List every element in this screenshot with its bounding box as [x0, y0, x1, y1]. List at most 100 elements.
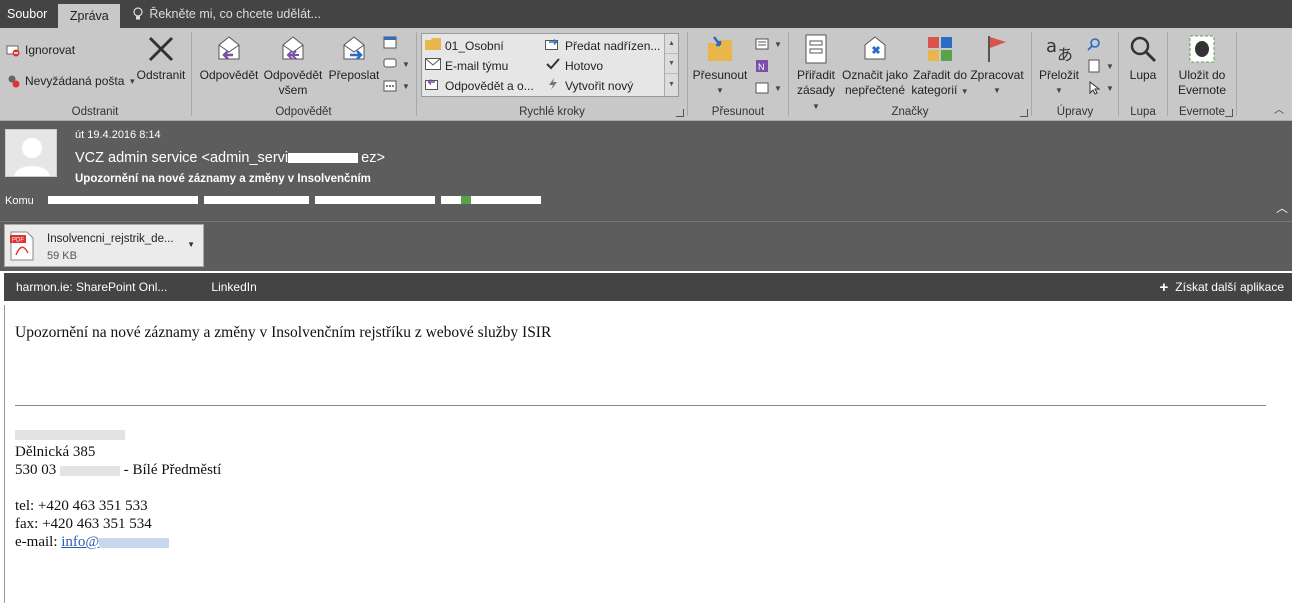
- signature-divider: [15, 405, 1266, 406]
- delete-button[interactable]: Odstranit: [134, 32, 188, 83]
- chevron-down-icon: ▼: [402, 59, 410, 69]
- group-move: Přesunout ▼ ▼ N ▼ Přesunout: [688, 28, 788, 121]
- sig-city-suffix: - Bílé Předměstí: [123, 462, 222, 478]
- group-tags: Přiřadit zásady ▼ Označit jako nepřečten…: [789, 28, 1031, 121]
- quick-steps-scrollbar[interactable]: ▲ ▼ ▼: [664, 34, 678, 96]
- ignore-label: Ignorovat: [25, 43, 76, 57]
- quick-step-label: Předat nadřízen...: [565, 38, 661, 53]
- attachment-item[interactable]: PDF Insolvencni_rejstrik_de... 59 KB ▼: [4, 224, 204, 267]
- rules-button[interactable]: ▼: [754, 36, 782, 52]
- ignore-button[interactable]: Ignorovat: [5, 42, 75, 58]
- chevron-down-icon: ▼: [1106, 61, 1114, 71]
- sig-email-label: e-mail:: [15, 534, 58, 550]
- sender-name: VCZ admin service <admin_servi: [75, 150, 289, 166]
- collapse-ribbon-icon[interactable]: ︿: [1274, 101, 1284, 116]
- im-button[interactable]: ▼: [382, 56, 410, 72]
- group-editing-label: Úpravy: [1056, 106, 1094, 118]
- zoom-button[interactable]: Lupa: [1121, 32, 1165, 83]
- mark-unread-label-2: nepřečtené: [844, 83, 906, 97]
- folder-icon: [425, 38, 441, 53]
- sig-fax: fax: +420 463 351 534: [15, 516, 152, 532]
- reply-all-button[interactable]: Odpovědět všem: [260, 32, 326, 98]
- group-editing: aあ Přeložit ▼ ▼ ▼ Úpravy: [1032, 28, 1118, 121]
- quick-step-to-manager[interactable]: Předat nadřízen...: [545, 38, 660, 53]
- addin-harmonie[interactable]: harmon.ie: SharePoint Onl...: [16, 280, 167, 294]
- save-to-evernote-label-1: Uložit do: [1178, 68, 1226, 82]
- scroll-up-icon[interactable]: ▲: [665, 34, 678, 54]
- search-icon: [1086, 36, 1102, 52]
- sig-city: 530 03 - Bílé Předměstí: [15, 461, 221, 479]
- redaction: [60, 465, 120, 476]
- redaction: [204, 196, 310, 205]
- save-to-evernote-button[interactable]: Uložit do Evernote: [1170, 32, 1234, 98]
- recipients-list[interactable]: [48, 194, 544, 206]
- chevron-down-icon: ▼: [960, 87, 969, 96]
- tell-me-box[interactable]: Řekněte mi, co chcete udělát...: [132, 0, 321, 28]
- scroll-down-icon[interactable]: ▼: [665, 54, 678, 74]
- message-sender[interactable]: VCZ admin service <admin_servi ez>: [75, 150, 385, 166]
- actions-button[interactable]: ▼: [754, 80, 782, 96]
- quick-step-done[interactable]: Hotovo: [545, 58, 603, 73]
- related-button[interactable]: ▼: [1086, 58, 1114, 74]
- forward-label: Přeposlat: [328, 68, 380, 82]
- group-tags-label: Značky: [891, 106, 929, 118]
- pdf-file-icon: PDF: [10, 231, 34, 261]
- categorize-button[interactable]: Zařadit do kategorií ▼: [911, 32, 969, 99]
- tab-message[interactable]: Zpráva: [58, 4, 121, 28]
- ribbon-tab-bar: Soubor Zpráva Řekněte mi, co chcete uděl…: [0, 0, 1292, 28]
- categorize-label-1: Zařadit do: [912, 68, 968, 82]
- quick-step-team-email[interactable]: E-mail týmu: [425, 58, 508, 73]
- redaction: [441, 196, 542, 205]
- select-button[interactable]: ▼: [1086, 80, 1114, 96]
- tab-file[interactable]: Soubor: [0, 0, 54, 28]
- more-respond-button[interactable]: ▼: [382, 78, 410, 94]
- tell-me-text: Řekněte mi, co chcete udělát...: [149, 7, 321, 21]
- categorize-label-2: kategorií ▼: [911, 83, 968, 99]
- addin-linkedin[interactable]: LinkedIn: [211, 280, 256, 294]
- meeting-button[interactable]: [382, 34, 398, 50]
- collapse-header-icon[interactable]: ︿: [1276, 199, 1288, 216]
- forward-button[interactable]: Přeposlat: [326, 32, 382, 83]
- reply-all-label-1: Odpovědět: [263, 68, 323, 82]
- find-button[interactable]: [1086, 36, 1102, 52]
- assign-policy-button[interactable]: Přiřadit zásady ▼: [793, 32, 839, 114]
- translate-icon: aあ: [1042, 32, 1076, 66]
- cursor-icon: [1086, 80, 1102, 96]
- expand-gallery-icon[interactable]: ▼: [665, 74, 678, 94]
- quick-step-personal[interactable]: 01_Osobní: [425, 38, 504, 53]
- message-subject: Upozornění na nové záznamy a změny v Ins…: [75, 173, 371, 185]
- quick-steps-gallery: 01_Osobní E-mail týmu Odpovědět a o... P…: [421, 33, 679, 97]
- save-to-evernote-label-2: Evernote: [1177, 83, 1227, 97]
- followup-button[interactable]: Zpracovat ▼: [969, 32, 1025, 98]
- dialog-launcher-icon[interactable]: [1225, 109, 1233, 117]
- more-icon: [382, 78, 398, 94]
- reply-button[interactable]: Odpovědět: [198, 32, 260, 83]
- delete-x-icon: [144, 32, 178, 66]
- onenote-button[interactable]: N: [754, 58, 770, 74]
- chevron-down-icon: ▼: [774, 83, 782, 93]
- lightning-icon: [545, 78, 561, 93]
- sig-email-link[interactable]: info@: [61, 534, 99, 550]
- get-more-apps-button[interactable]: + Získat další aplikace: [1160, 279, 1284, 296]
- chevron-down-icon[interactable]: ▼: [187, 240, 195, 249]
- move-folder-icon: [703, 32, 737, 66]
- mark-unread-button[interactable]: Označit jako nepřečtené: [841, 32, 909, 98]
- dialog-launcher-icon[interactable]: [676, 109, 684, 117]
- sender-tail: ez>: [361, 150, 385, 166]
- quick-step-reply-delete[interactable]: Odpovědět a o...: [425, 78, 534, 93]
- redaction: [315, 196, 436, 205]
- junk-icon: [5, 73, 21, 89]
- plus-icon: +: [1159, 278, 1169, 296]
- attachment-bar: PDF Insolvencni_rejstrik_de... 59 KB ▼: [0, 221, 1292, 271]
- reply-label: Odpovědět: [199, 68, 259, 82]
- body-main-text: Upozornění na nové záznamy a změny v Ins…: [15, 324, 552, 341]
- move-button[interactable]: Přesunout ▼: [691, 32, 749, 98]
- sig-street: Dělnická 385: [15, 444, 96, 460]
- junk-button[interactable]: Nevyžádaná pošta ▼: [5, 73, 136, 89]
- quick-step-create-new[interactable]: Vytvořit nový: [545, 78, 633, 93]
- quick-step-label: Vytvořit nový: [565, 78, 634, 93]
- group-respond-label: Odpovědět: [275, 106, 332, 118]
- message-header: út 19.4.2016 8:14 VCZ admin service <adm…: [0, 121, 1292, 221]
- dialog-launcher-icon[interactable]: [1020, 109, 1028, 117]
- translate-button[interactable]: aあ Přeložit ▼: [1034, 32, 1084, 98]
